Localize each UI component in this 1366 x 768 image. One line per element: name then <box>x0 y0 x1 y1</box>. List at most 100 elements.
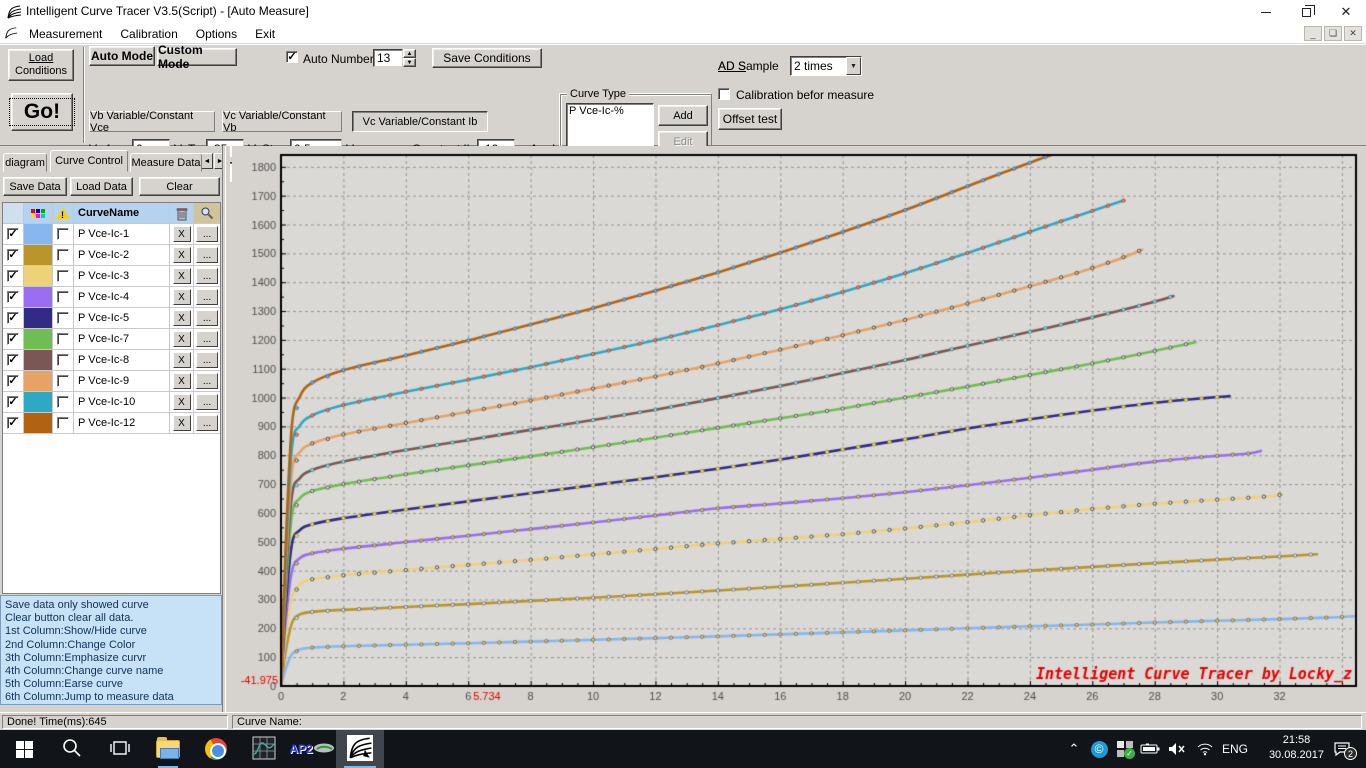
go-button[interactable]: Go! <box>8 93 76 131</box>
emphasize-cell[interactable] <box>53 266 74 286</box>
add-button[interactable]: Add <box>658 105 708 126</box>
erase-curve-button[interactable]: X <box>172 247 191 263</box>
jump-measure-button[interactable]: ... <box>196 415 218 431</box>
tray-battery-icon[interactable] <box>1138 730 1162 768</box>
panel-tab-diagram[interactable]: diagram <box>3 153 47 172</box>
curve-name-cell[interactable]: P Vce-Ic-2 <box>74 245 170 265</box>
emphasize-cell[interactable] <box>53 308 74 328</box>
show-hide-checkbox[interactable]: ✓ <box>7 270 19 282</box>
button-save-data[interactable]: Save Data <box>3 177 67 196</box>
emphasize-cell[interactable] <box>53 329 74 349</box>
menu-exit[interactable]: Exit <box>246 24 284 44</box>
show-hide-checkbox[interactable]: ✓ <box>7 417 19 429</box>
color-cell[interactable] <box>24 308 53 328</box>
jump-measure-button[interactable]: ... <box>196 331 218 347</box>
curve-name-cell[interactable]: P Vce-Ic-10 <box>74 392 170 412</box>
magnifier-icon[interactable] <box>194 203 220 223</box>
panel-tab-curve-control[interactable]: Curve Control <box>50 150 128 172</box>
color-cell[interactable] <box>24 329 53 349</box>
erase-curve-button[interactable]: X <box>172 310 191 326</box>
erase-curve-button[interactable]: X <box>172 394 191 410</box>
subtab-2[interactable]: Vc Variable/Constant Vb <box>222 110 342 134</box>
auto-number-checkbox[interactable]: ✓ <box>286 51 298 63</box>
mdi-restore-button[interactable]: ❏ <box>1324 26 1342 41</box>
emphasize-checkbox[interactable] <box>57 270 69 282</box>
emphasize-checkbox[interactable] <box>57 312 69 324</box>
restore-button[interactable] <box>1286 0 1326 24</box>
taskbar-graph-app[interactable] <box>240 730 288 768</box>
emphasize-checkbox[interactable] <box>57 354 69 366</box>
show-hide-checkbox[interactable]: ✓ <box>7 312 19 324</box>
tray-language[interactable]: ENG <box>1220 730 1250 768</box>
color-cell[interactable] <box>24 287 53 307</box>
color-swatch[interactable] <box>24 287 52 307</box>
erase-curve-button[interactable]: X <box>172 373 191 389</box>
emphasize-cell[interactable] <box>53 350 74 370</box>
emphasize-cell[interactable] <box>53 392 74 412</box>
close-button[interactable]: ✕ <box>1326 0 1366 24</box>
taskbar-chrome[interactable] <box>192 730 240 768</box>
emphasize-cell[interactable] <box>53 371 74 391</box>
color-swatch[interactable] <box>24 266 52 286</box>
show-hide-cell[interactable]: ✓ <box>3 371 24 391</box>
emphasize-checkbox[interactable] <box>57 249 69 261</box>
color-swatch[interactable] <box>24 392 52 412</box>
menu-options[interactable]: Options <box>187 24 246 44</box>
panel-divider[interactable] <box>222 146 226 712</box>
menu-calibration[interactable]: Calibration <box>111 24 186 44</box>
color-cell[interactable] <box>24 371 53 391</box>
show-hide-checkbox[interactable]: ✓ <box>7 354 19 366</box>
load-conditions-button[interactable]: Load Conditions <box>8 49 74 81</box>
erase-curve-button[interactable]: X <box>172 415 191 431</box>
show-hide-checkbox[interactable]: ✓ <box>7 291 19 303</box>
taskbar-start[interactable] <box>0 730 48 768</box>
tray-chevron-icon[interactable]: ⌃ <box>1064 730 1084 768</box>
mdi-minimize-button[interactable]: _ <box>1304 26 1322 41</box>
curve-name-cell[interactable]: P Vce-Ic-3 <box>74 266 170 286</box>
minimize-button[interactable] <box>1246 0 1286 24</box>
jump-measure-button[interactable]: ... <box>196 394 218 410</box>
emphasize-checkbox[interactable] <box>57 417 69 429</box>
subtab-1[interactable]: Vb Variable/Constant Vce <box>89 110 215 134</box>
color-swatch[interactable] <box>24 308 52 328</box>
ad-sample-combo[interactable]: 2 times ▼ <box>790 56 862 76</box>
erase-curve-button[interactable]: X <box>172 226 191 242</box>
mdi-close-button[interactable]: ✕ <box>1344 26 1362 41</box>
taskbar-curve-tracer[interactable] <box>336 730 384 768</box>
jump-measure-button[interactable]: ... <box>196 247 218 263</box>
emphasize-cell[interactable] <box>53 413 74 433</box>
emphasize-cell[interactable] <box>53 287 74 307</box>
jump-measure-button[interactable]: ... <box>196 226 218 242</box>
jump-measure-button[interactable]: ... <box>196 289 218 305</box>
curve-name-cell[interactable]: P Vce-Ic-7 <box>74 329 170 349</box>
tray-volume-muted-icon[interactable] <box>1164 730 1190 768</box>
erase-curve-button[interactable]: X <box>172 352 191 368</box>
color-cell[interactable] <box>24 224 53 244</box>
show-hide-cell[interactable]: ✓ <box>3 329 24 349</box>
show-hide-cell[interactable]: ✓ <box>3 413 24 433</box>
taskbar-file-explorer[interactable] <box>144 730 192 768</box>
tab-custom-mode[interactable]: Custom Mode <box>157 43 237 71</box>
tray-sync-icon[interactable]: ✓ <box>1114 730 1136 768</box>
show-hide-checkbox[interactable]: ✓ <box>7 228 19 240</box>
curve-name-cell[interactable]: P Vce-Ic-9 <box>74 371 170 391</box>
curve-name-cell[interactable]: P Vce-Ic-5 <box>74 308 170 328</box>
color-swatch[interactable] <box>24 350 52 370</box>
color-cell[interactable] <box>24 245 53 265</box>
offset-test-button[interactable]: Offset test <box>718 108 782 130</box>
taskbar-task-view[interactable] <box>96 730 144 768</box>
erase-curve-button[interactable]: X <box>172 289 191 305</box>
erase-curve-button[interactable]: X <box>172 331 191 347</box>
emphasize-checkbox[interactable] <box>57 291 69 303</box>
taskbar-search[interactable] <box>48 730 96 768</box>
tray-copyright-icon[interactable]: © <box>1088 730 1110 768</box>
calibration-checkbox[interactable] <box>718 88 730 100</box>
color-swatch[interactable] <box>24 245 52 265</box>
button-clear[interactable]: Clear <box>139 177 220 196</box>
show-hide-cell[interactable]: ✓ <box>3 245 24 265</box>
save-conditions-button[interactable]: Save Conditions <box>432 48 542 68</box>
spinner-down-icon[interactable]: ▼ <box>403 58 416 67</box>
curve-type-item[interactable]: P Vce-Ic-% <box>569 105 651 117</box>
color-swatch[interactable] <box>24 224 52 244</box>
curve-name-cell[interactable]: P Vce-Ic-1 <box>74 224 170 244</box>
